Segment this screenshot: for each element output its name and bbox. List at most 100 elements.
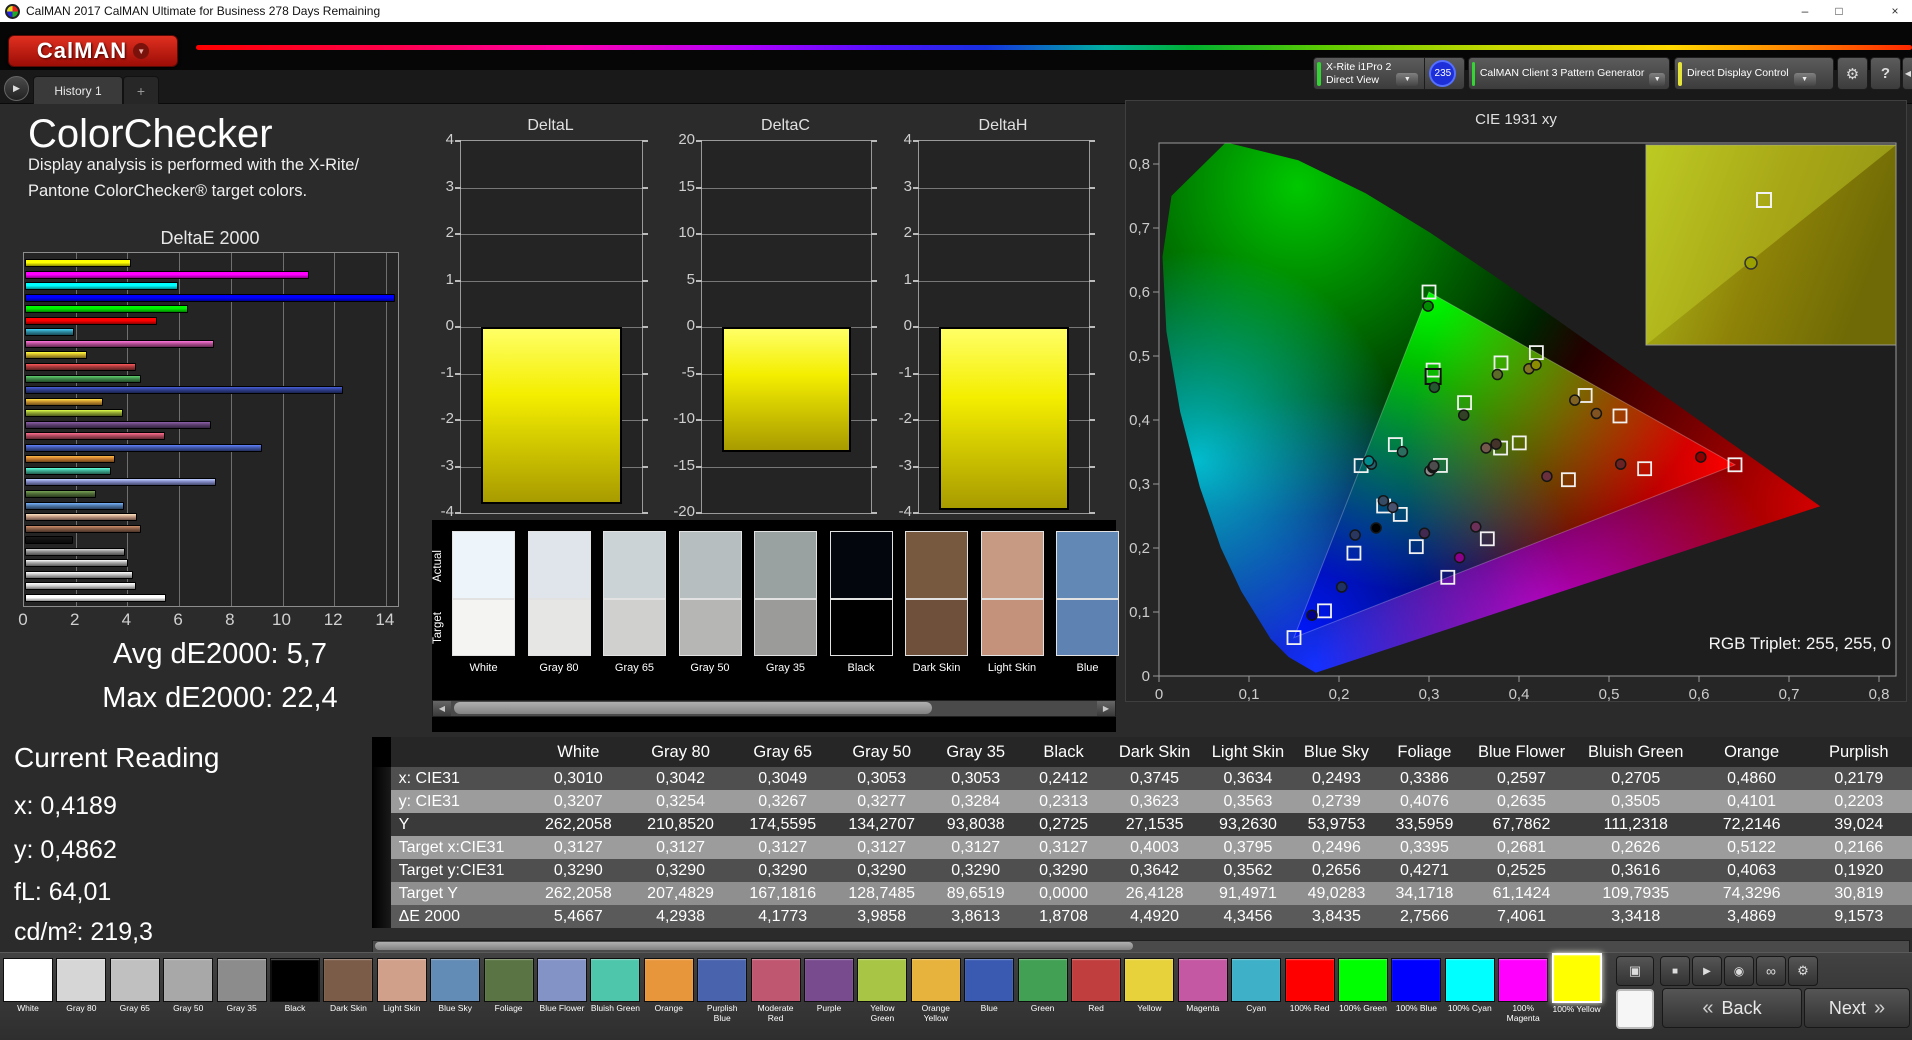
patch-button[interactable]: Bluish Green bbox=[590, 958, 641, 1025]
patch-button[interactable]: Foliage bbox=[483, 958, 534, 1025]
axis-tick-label: -2 bbox=[898, 410, 912, 427]
axis-tick-label: 4 bbox=[445, 131, 454, 148]
patch-label: Green bbox=[1030, 1004, 1055, 1013]
play-button[interactable]: ▶ bbox=[1692, 956, 1722, 986]
patch-button[interactable]: Green bbox=[1017, 958, 1068, 1025]
patch-color-swatch bbox=[56, 958, 107, 1002]
patch-button[interactable]: Dark Skin bbox=[323, 958, 374, 1025]
minimize-button[interactable]: – bbox=[1788, 0, 1822, 22]
patch-button[interactable]: Purplish Blue bbox=[697, 958, 748, 1025]
patch-button[interactable]: 100% Yellow bbox=[1551, 953, 1602, 1026]
table-cell: 34,1718 bbox=[1395, 884, 1454, 902]
patch-button[interactable]: Gray 35 bbox=[216, 958, 267, 1025]
source-status-stripe bbox=[1472, 61, 1475, 86]
meter-device-box[interactable]: X-Rite i1Pro 2 Direct View ▼ 235 bbox=[1313, 57, 1465, 90]
patch-button[interactable]: Yellow Green bbox=[857, 958, 908, 1025]
table-cell: 3,8613 bbox=[951, 907, 1001, 925]
scroll-right-icon[interactable]: ▶ bbox=[1097, 701, 1115, 716]
tab-scroll-button[interactable]: ▶ bbox=[4, 76, 29, 101]
pattern-generator-box[interactable]: CalMAN Client 3 Pattern Generator ▼ bbox=[1468, 57, 1670, 90]
toolbar-settings-button[interactable]: ⚙ bbox=[1788, 956, 1818, 986]
axis-tick-label: 0,8 bbox=[1129, 156, 1150, 173]
patch-button[interactable]: Blue Sky bbox=[430, 958, 481, 1025]
pattern-window-button[interactable] bbox=[1616, 989, 1654, 1029]
camera-button[interactable]: ◉ bbox=[1724, 956, 1754, 986]
patch-button[interactable]: Gray 50 bbox=[163, 958, 214, 1025]
pattern-display-button[interactable]: ▣ bbox=[1616, 956, 1654, 986]
swatch-name: Black bbox=[847, 662, 875, 674]
patch-button[interactable]: White bbox=[3, 958, 53, 1025]
back-button[interactable]: « Back bbox=[1662, 988, 1802, 1028]
axis-tick bbox=[642, 372, 648, 375]
display-control-box[interactable]: Direct Display Control ▼ bbox=[1674, 57, 1834, 90]
swatch-name: White bbox=[469, 662, 498, 674]
axis-tick bbox=[913, 372, 919, 375]
measurement-marker bbox=[1457, 409, 1470, 421]
chevron-down-icon[interactable]: ▼ bbox=[1793, 73, 1816, 86]
continuous-measure-button[interactable]: ∞ bbox=[1756, 956, 1786, 986]
patch-button[interactable]: Orange bbox=[643, 958, 694, 1025]
patch-color-swatch bbox=[323, 958, 374, 1002]
meter-status-stripe bbox=[1317, 61, 1321, 86]
patch-button[interactable]: Gray 80 bbox=[56, 958, 107, 1025]
table-cell: 93,8038 bbox=[946, 815, 1005, 833]
patch-button[interactable]: Yellow bbox=[1124, 958, 1175, 1025]
patch-button[interactable]: Moderate Red bbox=[750, 958, 801, 1025]
patch-button[interactable]: 100% Cyan bbox=[1444, 958, 1495, 1025]
patch-button[interactable]: Orange Yellow bbox=[910, 958, 961, 1025]
measurement-marker bbox=[1428, 460, 1440, 472]
measurement-marker bbox=[1480, 442, 1492, 454]
chevron-down-icon[interactable]: ▼ bbox=[1649, 73, 1665, 86]
patch-button[interactable]: 100% Green bbox=[1338, 958, 1388, 1025]
grid-line bbox=[702, 466, 871, 468]
patch-button[interactable]: Black bbox=[270, 958, 320, 1025]
measurement-marker bbox=[1422, 300, 1434, 312]
meter-count-badge[interactable]: 235 bbox=[1429, 60, 1457, 87]
patch-button[interactable]: Gray 65 bbox=[109, 958, 160, 1025]
patch-button[interactable]: 100% Blue bbox=[1391, 958, 1442, 1025]
patch-button[interactable]: Red bbox=[1071, 958, 1121, 1025]
axis-tick-label: 0,4 bbox=[1509, 686, 1530, 701]
scrollbar-thumb[interactable] bbox=[454, 702, 932, 714]
next-label: Next bbox=[1828, 997, 1866, 1018]
help-button[interactable]: ? bbox=[1870, 57, 1901, 90]
swatch-strip-scrollbar[interactable]: ◀ ▶ bbox=[432, 700, 1116, 717]
settings-button[interactable]: ⚙ bbox=[1837, 57, 1868, 90]
patch-color-swatch bbox=[163, 958, 214, 1002]
column-header: Orange bbox=[1724, 742, 1780, 761]
swatch-name: Gray 80 bbox=[539, 662, 579, 674]
patch-button[interactable]: 100% Red bbox=[1284, 958, 1335, 1025]
patch-button[interactable]: Cyan bbox=[1231, 958, 1282, 1025]
add-tab-button[interactable]: + bbox=[123, 76, 159, 104]
patch-button[interactable]: Light Skin bbox=[376, 958, 427, 1025]
table-cell: 0,4003 bbox=[1130, 838, 1180, 856]
table-cell: 0,3127 bbox=[656, 838, 705, 856]
actual-row-label: Actual bbox=[432, 550, 444, 582]
column-header: Bluish Green bbox=[1588, 742, 1684, 761]
patch-button[interactable]: Magenta bbox=[1177, 958, 1228, 1025]
chevron-down-icon[interactable]: ▼ bbox=[1396, 73, 1419, 86]
grid-line bbox=[282, 253, 284, 606]
patch-color-swatch bbox=[1498, 958, 1549, 1002]
tab-history-1[interactable]: History 1 bbox=[33, 76, 123, 104]
axis-tick bbox=[871, 512, 877, 514]
patch-button[interactable]: Blue Flower bbox=[537, 958, 587, 1025]
patch-button[interactable]: Blue bbox=[964, 958, 1015, 1025]
scrollbar-thumb[interactable] bbox=[375, 942, 1133, 950]
patch-color-swatch bbox=[3, 958, 53, 1002]
maximize-button[interactable]: □ bbox=[1822, 0, 1856, 22]
table-cell: 0,2412 bbox=[1039, 769, 1088, 787]
deltae-bar bbox=[25, 582, 136, 591]
next-button[interactable]: Next » bbox=[1804, 988, 1910, 1028]
stop-button[interactable]: ■ bbox=[1660, 956, 1690, 986]
patch-button[interactable]: Purple bbox=[804, 958, 854, 1025]
patch-color-swatch bbox=[537, 958, 587, 1002]
close-button[interactable]: × bbox=[1878, 0, 1912, 22]
axis-tick-label: 3 bbox=[445, 177, 454, 195]
calman-menu-button[interactable]: CalMAN ▼ bbox=[8, 35, 178, 67]
scroll-left-icon[interactable]: ◀ bbox=[433, 701, 451, 716]
deltaL-plot bbox=[460, 140, 643, 514]
panel-collapse-button[interactable]: ◀ bbox=[1902, 57, 1912, 90]
patch-button[interactable]: 100% Magenta bbox=[1498, 958, 1549, 1025]
patch-label: Red bbox=[1088, 1004, 1104, 1013]
